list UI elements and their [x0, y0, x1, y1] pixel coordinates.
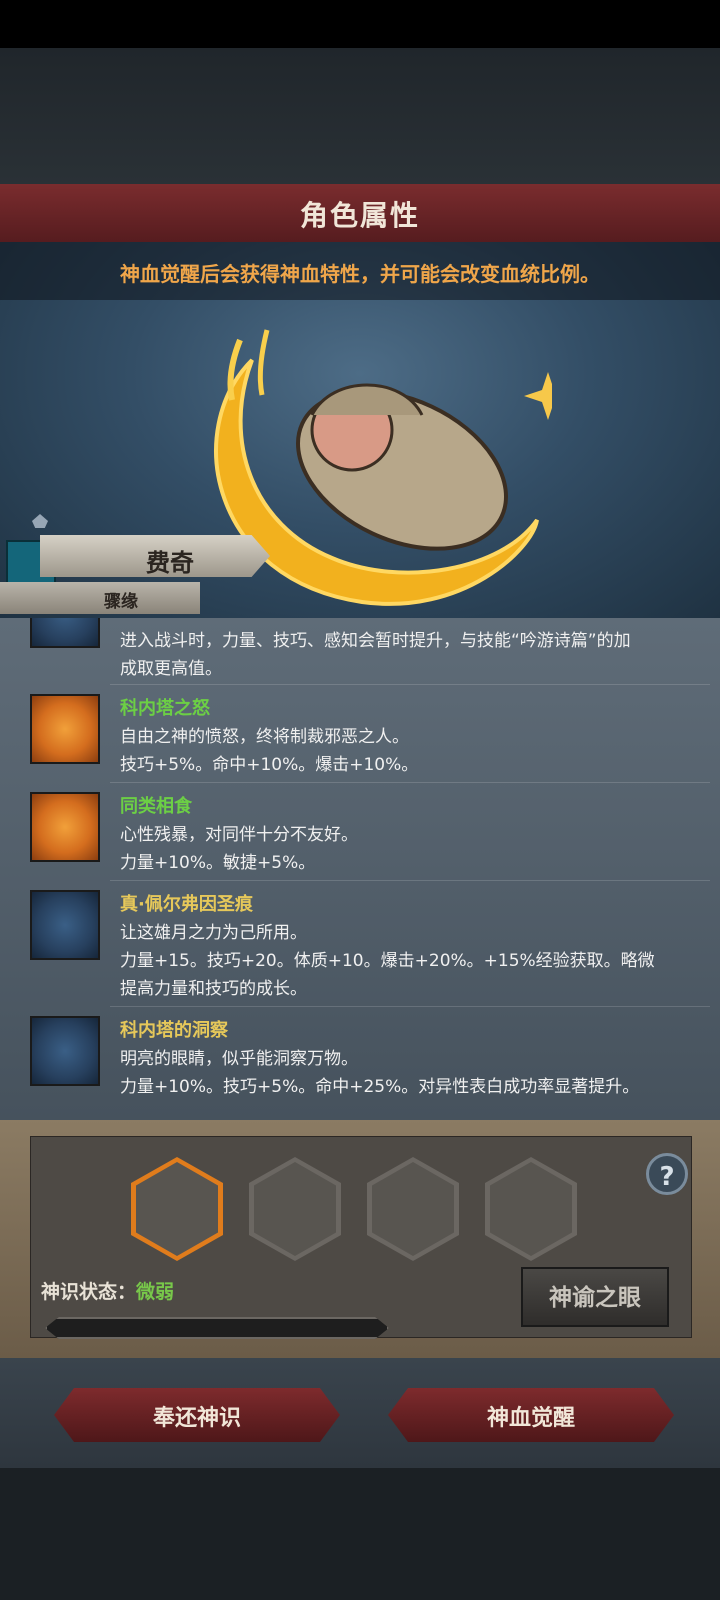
trait-line: 技巧+5%。命中+10%。爆击+10%。: [120, 755, 419, 775]
moon-icon: [30, 890, 100, 960]
trait-line: 心性残暴，对同伴十分不友好。: [120, 825, 358, 845]
trait-list[interactable]: 进入战斗时，力量、技巧、感知会暂时提升，与技能“吟游诗篇”的加 成取更高值。 科…: [0, 618, 720, 1120]
notice-text: 神血觉醒后会获得神血特性，并可能会改变血统比例。: [120, 262, 600, 286]
trait-line: 明亮的眼睛，似乎能洞察万物。: [120, 1049, 358, 1069]
moon-icon: [30, 618, 100, 648]
awaken-slot-red[interactable]: [367, 1157, 459, 1261]
awaken-label: 神血觉醒: [486, 1406, 575, 1431]
trait-line: 进入战斗时，力量、技巧、感知会暂时提升，与技能“吟游诗篇”的加: [120, 631, 631, 651]
divine-awaken-panel: ? 神识状态：微弱 神谕之眼: [0, 1120, 720, 1358]
trait-name: 真·佩尔弗因圣痕: [120, 894, 253, 915]
divine-progress-bar: [45, 1317, 389, 1339]
awaken-slot-gold[interactable]: [249, 1157, 341, 1261]
page-title: 角色属性: [299, 199, 420, 232]
character-name: 费奇: [146, 549, 194, 577]
awaken-slot-gold[interactable]: [131, 1157, 223, 1261]
trait-line: 提高力量和技巧的成长。: [120, 979, 307, 999]
trait-line: 自由之神的愤怒，终将制裁邪恶之人。: [120, 727, 409, 747]
character-subtitle: 骤缘: [104, 592, 138, 612]
trait-name: 科内塔的洞察: [120, 1020, 228, 1041]
trait-line: 力量+15。技巧+20。体质+10。爆击+20%。+15%经验获取。略微: [120, 951, 655, 971]
oracle-eye-button[interactable]: 神谕之眼: [521, 1267, 669, 1327]
awaken-inner-panel: ? 神识状态：微弱 神谕之眼: [30, 1136, 692, 1339]
return-divine-button[interactable]: 奉还神识: [54, 1388, 340, 1442]
moon-icon: [30, 1016, 100, 1086]
help-icon[interactable]: ?: [646, 1153, 688, 1195]
trait-name: 科内塔之怒: [120, 698, 210, 719]
trait-line: 让这雄月之力为己所用。: [120, 923, 307, 943]
background-top: [0, 48, 720, 186]
name-banner: 费奇: [0, 535, 282, 581]
smile-icon: [30, 792, 100, 862]
return-label: 奉还神识: [152, 1406, 241, 1431]
smile-icon: [30, 694, 100, 764]
trait-line: 力量+10%。技巧+5%。命中+25%。对异性表白成功率显著提升。: [120, 1077, 640, 1097]
trait-line: 成取更高值。: [120, 659, 222, 679]
trait-line: 力量+10%。敏捷+5%。: [120, 853, 316, 873]
background-bottom: [0, 1468, 720, 1600]
divine-awaken-button[interactable]: 神血觉醒: [388, 1388, 674, 1442]
action-bar: 奉还神识 神血觉醒: [0, 1358, 720, 1468]
system-status-bar: [0, 0, 720, 48]
notice-bar: 神血觉醒后会获得神血特性，并可能会改变血统比例。: [0, 242, 720, 300]
status-label: 神识状态：: [41, 1281, 137, 1303]
title-bar: 角色属性: [0, 184, 720, 244]
awaken-slot-red[interactable]: [485, 1157, 577, 1261]
status-value: 微弱: [136, 1281, 175, 1303]
trait-name: 同类相食: [120, 796, 192, 817]
divine-status: 神识状态：微弱: [41, 1277, 174, 1304]
subtitle-banner: 骤缘: [0, 582, 200, 614]
